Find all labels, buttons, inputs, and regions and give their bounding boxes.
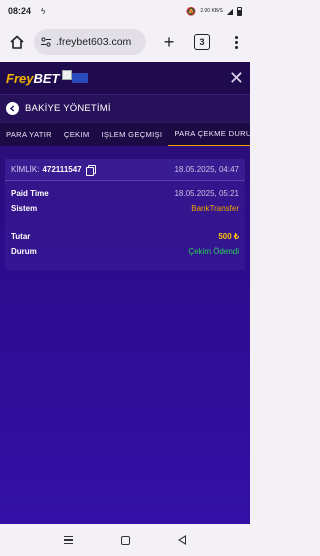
tab-history[interactable]: IŞLEM GEÇMIŞI <box>95 123 168 146</box>
row-amount: Tutar 500 ₺ <box>5 229 245 244</box>
status-bar: 08:24 ϟ 🔕 2.00 KB/S ◢ <box>0 0 250 22</box>
copy-icon[interactable] <box>85 165 96 176</box>
broken-image-icon <box>62 70 90 86</box>
home-button[interactable] <box>6 34 28 50</box>
back-button[interactable] <box>6 102 19 115</box>
battery-icon <box>237 6 242 16</box>
new-tab-button[interactable]: + <box>160 32 178 53</box>
id-value: 472111547 <box>42 165 82 174</box>
logo-text-1: Frey <box>6 70 34 86</box>
row-value: 500 ₺ <box>218 232 239 241</box>
row-system: Sistem BankTransfer <box>5 201 245 216</box>
network-speed: 2.00 KB/S <box>200 8 223 14</box>
row-paid-time: Paid Time 18.05.2025, 05:21 <box>5 186 245 201</box>
card-header: KİMLİK: 472111547 18.05.2025, 04:47 <box>5 159 245 181</box>
recents-icon[interactable] <box>64 536 73 544</box>
row-label: Sistem <box>11 204 38 213</box>
chevron-left-icon <box>9 105 15 112</box>
tab-switcher-button[interactable]: 3 <box>194 34 210 50</box>
site-header: Frey BET ✕ <box>0 62 250 94</box>
notification-icon: ϟ <box>41 6 46 16</box>
url-text: .freybet603.com <box>56 36 132 48</box>
browser-menu-icon[interactable] <box>235 35 238 49</box>
row-value: BankTransfer <box>191 204 239 213</box>
tab-withdraw[interactable]: ÇEKIM <box>58 123 96 146</box>
section-header: BAKİYE YÖNETİMİ <box>0 94 250 122</box>
status-icons: 🔕 2.00 KB/S ◢ <box>186 6 242 16</box>
id-label: KİMLİK: <box>11 165 40 174</box>
home-nav-icon[interactable] <box>121 535 130 545</box>
row-status: Durum Çekim Ödendi <box>5 244 245 259</box>
tab-deposit[interactable]: PARA YATIR <box>0 123 58 146</box>
system-nav-bar <box>0 524 250 556</box>
logo-text-2: BET <box>33 70 60 86</box>
browser-toolbar: .freybet603.com + 3 <box>0 22 250 62</box>
tab-withdraw-status[interactable]: PARA ÇEKME DURUM <box>168 123 250 146</box>
address-bar[interactable]: .freybet603.com <box>34 29 146 55</box>
site-settings-icon[interactable] <box>40 36 52 48</box>
back-nav-icon[interactable] <box>178 535 186 545</box>
status-badge: Çekim Ödendi <box>188 247 239 256</box>
row-label: Paid Time <box>11 189 49 198</box>
row-value: 18.05.2025, 05:21 <box>174 189 239 198</box>
web-page: Frey BET ✕ BAKİYE YÖNETİMİ PARA YATIR ÇEK… <box>0 62 250 524</box>
tab-bar: PARA YATIR ÇEKIM IŞLEM GEÇMIŞI PARA ÇEKM… <box>0 122 250 146</box>
site-logo[interactable]: Frey BET <box>6 70 90 86</box>
mute-icon: 🔕 <box>186 6 197 16</box>
page-title: BAKİYE YÖNETİMİ <box>25 103 111 114</box>
row-label: Tutar <box>11 232 31 241</box>
row-label: Durum <box>11 247 37 256</box>
close-icon[interactable]: ✕ <box>229 69 244 87</box>
status-time: 08:24 <box>8 6 32 16</box>
signal-icon: ◢ <box>226 6 233 16</box>
home-icon <box>10 35 24 49</box>
created-date: 18.05.2025, 04:47 <box>174 165 239 174</box>
withdrawal-card: KİMLİK: 472111547 18.05.2025, 04:47 Paid… <box>5 159 245 270</box>
